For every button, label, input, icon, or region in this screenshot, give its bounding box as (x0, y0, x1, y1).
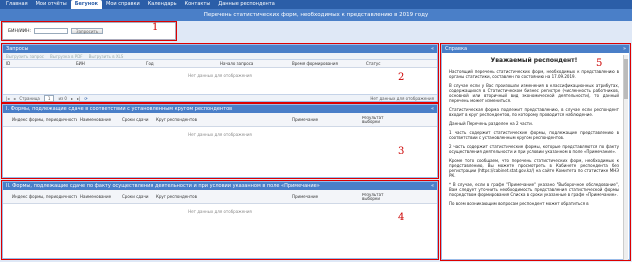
nav-item-my-certificates[interactable]: Мои справки (102, 0, 144, 9)
top-nav: Главная Мои отчёты Бегунок Мои справки К… (0, 0, 632, 9)
nav-item-calendar[interactable]: Календарь (144, 0, 181, 9)
callout-number-2: 2 (398, 72, 405, 83)
callout-box-1 (1, 21, 177, 41)
callout-box-2 (1, 43, 439, 103)
callout-number-3: 3 (398, 146, 405, 157)
nav-item-home[interactable]: Главная (2, 0, 32, 9)
nav-item-my-reports[interactable]: Мои отчёты (32, 0, 71, 9)
nav-item-runner[interactable]: Бегунок (70, 0, 103, 9)
callout-number-4: 4 (398, 212, 405, 223)
callout-box-5 (440, 43, 631, 261)
callout-number-5: 5 (596, 58, 603, 69)
page-title-banner: Перечень статистических форм, необходимы… (0, 9, 632, 21)
callout-box-3 (1, 103, 439, 179)
callout-number-1: 1 (152, 22, 159, 33)
nav-item-contacts[interactable]: Контакты (181, 0, 215, 9)
nav-item-respondent-data[interactable]: Данные респондента (214, 0, 279, 9)
page: Главная Мои отчёты Бегунок Мои справки К… (0, 0, 632, 262)
callout-box-4 (1, 180, 439, 260)
